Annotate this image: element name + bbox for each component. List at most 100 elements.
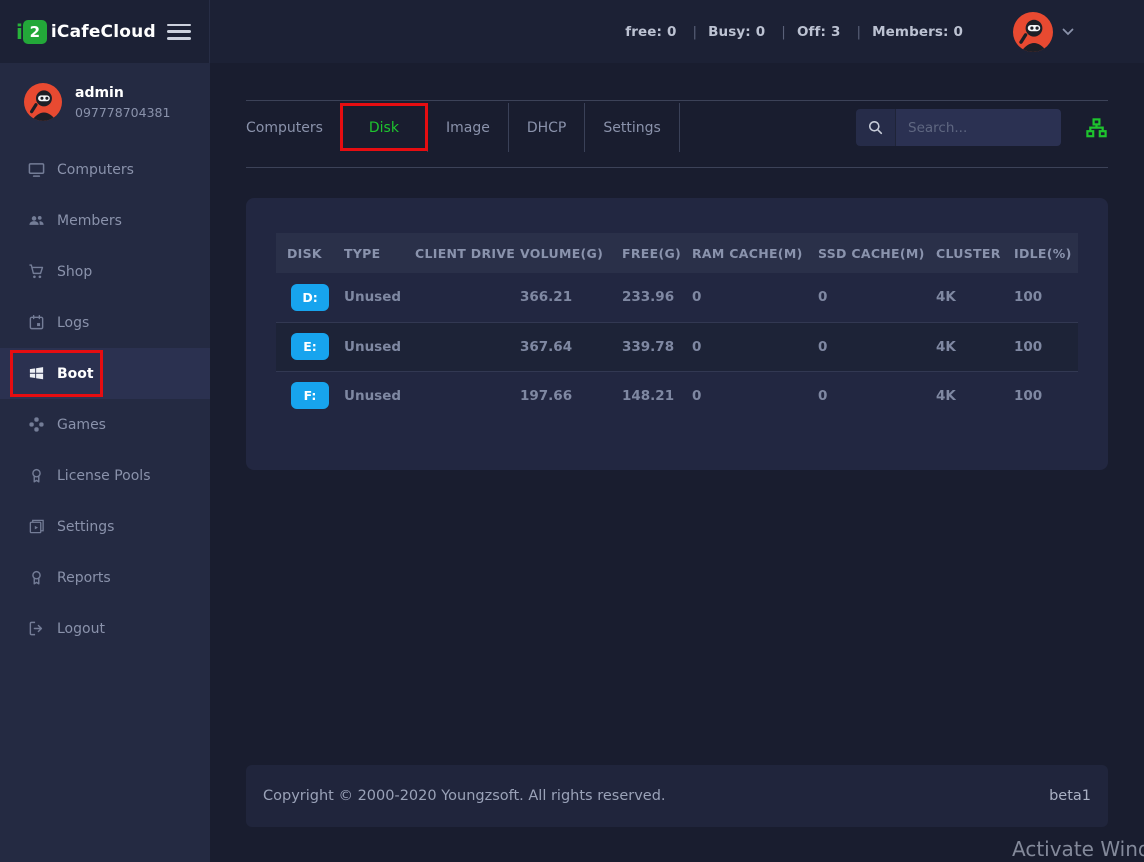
sidebar-item-games[interactable]: Games bbox=[0, 399, 210, 450]
sidebar-item-boot[interactable]: Boot bbox=[0, 348, 210, 399]
cell-idle: 100 bbox=[1003, 371, 1078, 420]
cell-volume: 366.21 bbox=[509, 273, 611, 322]
cell-client-drive bbox=[404, 322, 509, 371]
members-icon bbox=[28, 212, 45, 229]
copyright-text: Copyright © 2000-2020 Youngzsoft. All ri… bbox=[263, 788, 666, 804]
user-name: admin bbox=[75, 84, 170, 102]
search-input[interactable] bbox=[896, 109, 1061, 146]
sidebar-item-label: Reports bbox=[57, 570, 111, 586]
sidebar-item-label: Logs bbox=[57, 315, 89, 331]
cell-cluster: 4K bbox=[925, 273, 1003, 322]
status-stat-value: 0 bbox=[954, 24, 964, 40]
user-avatar[interactable] bbox=[1013, 12, 1053, 52]
user-phone: 097778704381 bbox=[75, 105, 170, 120]
sidebar-item-label: Members bbox=[57, 213, 122, 229]
disk-badge: F: bbox=[291, 382, 329, 409]
sidebar-item-label: Logout bbox=[57, 621, 105, 637]
sidebar-item-label: Settings bbox=[57, 519, 114, 535]
sidebar-item-label: License Pools bbox=[57, 468, 151, 484]
table-row[interactable]: E: Unused 367.64 339.78 0 0 4K 100 bbox=[276, 322, 1078, 371]
layers-icon bbox=[28, 518, 45, 535]
logout-icon bbox=[28, 620, 45, 637]
tab-image[interactable]: Image bbox=[427, 103, 508, 152]
sidebar-item-license-pools[interactable]: License Pools bbox=[0, 450, 210, 501]
sidebar: admin 097778704381 Computers Members Sho… bbox=[0, 63, 210, 862]
brand-logo: i 2 iCafeCloud bbox=[16, 20, 156, 44]
license-icon bbox=[28, 467, 45, 484]
status-stat-value: 0 bbox=[667, 24, 677, 40]
cell-disk: E: bbox=[276, 322, 333, 371]
cell-ssd-cache: 0 bbox=[807, 273, 925, 322]
column-header: CLUSTER bbox=[925, 233, 1003, 273]
cell-cluster: 4K bbox=[925, 371, 1003, 420]
cell-ram-cache: 0 bbox=[681, 273, 807, 322]
cell-free: 233.96 bbox=[611, 273, 681, 322]
cell-disk: D: bbox=[276, 273, 333, 322]
status-stat-label: Off: bbox=[797, 24, 826, 40]
cell-disk: F: bbox=[276, 371, 333, 420]
admin-avatar bbox=[24, 83, 62, 121]
status-stat-label: Members: bbox=[872, 24, 948, 40]
disk-badge: D: bbox=[291, 284, 329, 311]
header-right: free: 0 Busy: 0 Off: 3 Members: 0 bbox=[625, 12, 1144, 52]
cell-type: Unused bbox=[333, 273, 404, 322]
tab-label: Image bbox=[446, 120, 490, 136]
sidebar-menu: Computers Members Shop Logs Boot Games L… bbox=[0, 144, 210, 654]
sidebar-item-label: Boot bbox=[57, 366, 94, 382]
sidebar-item-reports[interactable]: Reports bbox=[0, 552, 210, 603]
sidebar-item-logout[interactable]: Logout bbox=[0, 603, 210, 654]
table-row[interactable]: D: Unused 366.21 233.96 0 0 4K 100 bbox=[276, 273, 1078, 322]
search-area bbox=[856, 109, 1108, 146]
tab-dhcp[interactable]: DHCP bbox=[508, 103, 585, 152]
cell-type: Unused bbox=[333, 371, 404, 420]
network-tree-icon[interactable] bbox=[1086, 118, 1107, 138]
column-header: IDLE(%) bbox=[1003, 233, 1078, 273]
brand-logo-prefix: i bbox=[16, 20, 23, 44]
sidebar-item-members[interactable]: Members bbox=[0, 195, 210, 246]
sidebar-item-shop[interactable]: Shop bbox=[0, 246, 210, 297]
cell-free: 339.78 bbox=[611, 322, 681, 371]
cell-free: 148.21 bbox=[611, 371, 681, 420]
reports-icon bbox=[28, 569, 45, 586]
cell-idle: 100 bbox=[1003, 322, 1078, 371]
status-stat: Members: 0 bbox=[872, 24, 963, 40]
windows-icon bbox=[28, 365, 45, 382]
sidebar-item-label: Games bbox=[57, 417, 106, 433]
status-stat: Off: 3 bbox=[797, 24, 872, 40]
cell-ssd-cache: 0 bbox=[807, 371, 925, 420]
chevron-down-icon[interactable] bbox=[1062, 28, 1074, 36]
tab-label: Disk bbox=[369, 120, 399, 136]
tab-label: DHCP bbox=[527, 120, 567, 136]
tab-strip: Computers Disk Image DHCP Settings bbox=[246, 100, 1108, 168]
status-stat: free: 0 bbox=[625, 24, 708, 40]
table-row[interactable]: F: Unused 197.66 148.21 0 0 4K 100 bbox=[276, 371, 1078, 420]
calendar-icon bbox=[28, 314, 45, 331]
top-header: i 2 iCafeCloud free: 0 Busy: 0 Off: 3 Me… bbox=[0, 0, 1144, 63]
cart-icon bbox=[28, 263, 45, 280]
sidebar-item-logs[interactable]: Logs bbox=[0, 297, 210, 348]
sidebar-item-label: Shop bbox=[57, 264, 92, 280]
disk-badge: E: bbox=[291, 333, 329, 360]
admin-profile: admin 097778704381 bbox=[24, 83, 170, 121]
column-header: VOLUME(G) bbox=[509, 233, 611, 273]
sidebar-item-settings[interactable]: Settings bbox=[0, 501, 210, 552]
tab-computers[interactable]: Computers bbox=[246, 103, 341, 152]
tab-settings[interactable]: Settings bbox=[584, 103, 679, 152]
activate-windows-watermark: Activate Windows bbox=[1012, 837, 1144, 861]
cell-ram-cache: 0 bbox=[681, 371, 807, 420]
cell-client-drive bbox=[404, 273, 509, 322]
disk-table-card: DISKTYPECLIENT DRIVEVOLUME(G)FREE(G)RAM … bbox=[246, 198, 1108, 470]
status-counters: free: 0 Busy: 0 Off: 3 Members: 0 bbox=[625, 24, 963, 40]
column-header: SSD CACHE(M) bbox=[807, 233, 925, 273]
brand-logo-mark: 2 bbox=[23, 20, 47, 44]
cell-volume: 197.66 bbox=[509, 371, 611, 420]
status-stat-label: Busy: bbox=[708, 24, 751, 40]
cell-type: Unused bbox=[333, 322, 404, 371]
column-header: DISK bbox=[276, 233, 333, 273]
tab-disk[interactable]: Disk bbox=[341, 103, 427, 152]
tab-label: Settings bbox=[603, 120, 660, 136]
column-header: TYPE bbox=[333, 233, 404, 273]
sidebar-item-computers[interactable]: Computers bbox=[0, 144, 210, 195]
menu-icon[interactable] bbox=[167, 24, 191, 40]
brand-area: i 2 iCafeCloud bbox=[0, 0, 210, 63]
